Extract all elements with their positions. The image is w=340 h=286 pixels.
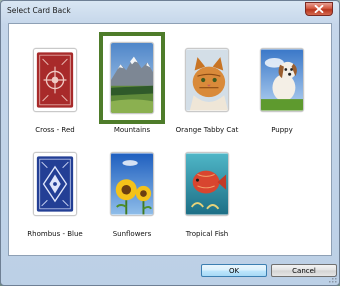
mountains-card-back-icon xyxy=(110,42,154,114)
card-back-list: Cross - Red Mountains Orange Tabby Cat P… xyxy=(8,23,332,256)
card-option-cross-red[interactable]: Cross - Red xyxy=(22,38,88,142)
tabby-cat-card-back-icon xyxy=(185,48,229,112)
window-title: Select Card Back xyxy=(7,6,71,15)
title-bar[interactable]: Select Card Back xyxy=(1,1,339,23)
cross-red-card-back-icon xyxy=(33,48,77,112)
resize-grip-icon[interactable] xyxy=(329,275,337,283)
puppy-card-back-icon xyxy=(260,48,304,112)
sunflowers-card-back-icon xyxy=(110,152,154,216)
card-label: Tropical Fish xyxy=(185,230,229,238)
selection-highlight xyxy=(99,32,165,124)
card-option-rhombus-blue[interactable]: Rhombus - Blue xyxy=(22,142,88,246)
card-option-sunflowers[interactable]: Sunflowers xyxy=(99,142,165,246)
card-option-puppy[interactable]: Puppy xyxy=(249,38,315,142)
card-frame xyxy=(181,148,233,220)
tropical-fish-card-back-icon xyxy=(185,152,229,216)
card-frame xyxy=(256,44,308,116)
card-option-tropical-fish[interactable]: Tropical Fish xyxy=(174,142,240,246)
card-option-orange-tabby-cat[interactable]: Orange Tabby Cat xyxy=(174,38,240,142)
card-frame xyxy=(29,44,81,116)
close-button[interactable] xyxy=(305,2,333,16)
card-frame xyxy=(106,148,158,220)
cancel-button[interactable]: Cancel xyxy=(271,264,337,277)
card-label: Puppy xyxy=(271,126,293,134)
card-option-mountains[interactable]: Mountains xyxy=(92,32,172,136)
card-frame xyxy=(181,44,233,116)
close-icon xyxy=(314,5,324,13)
ok-button[interactable]: OK xyxy=(201,264,267,277)
card-frame xyxy=(29,148,81,220)
select-card-back-dialog: Select Card Back Cross - Red Mountains O… xyxy=(0,0,340,286)
rhombus-blue-card-back-icon xyxy=(33,152,77,216)
